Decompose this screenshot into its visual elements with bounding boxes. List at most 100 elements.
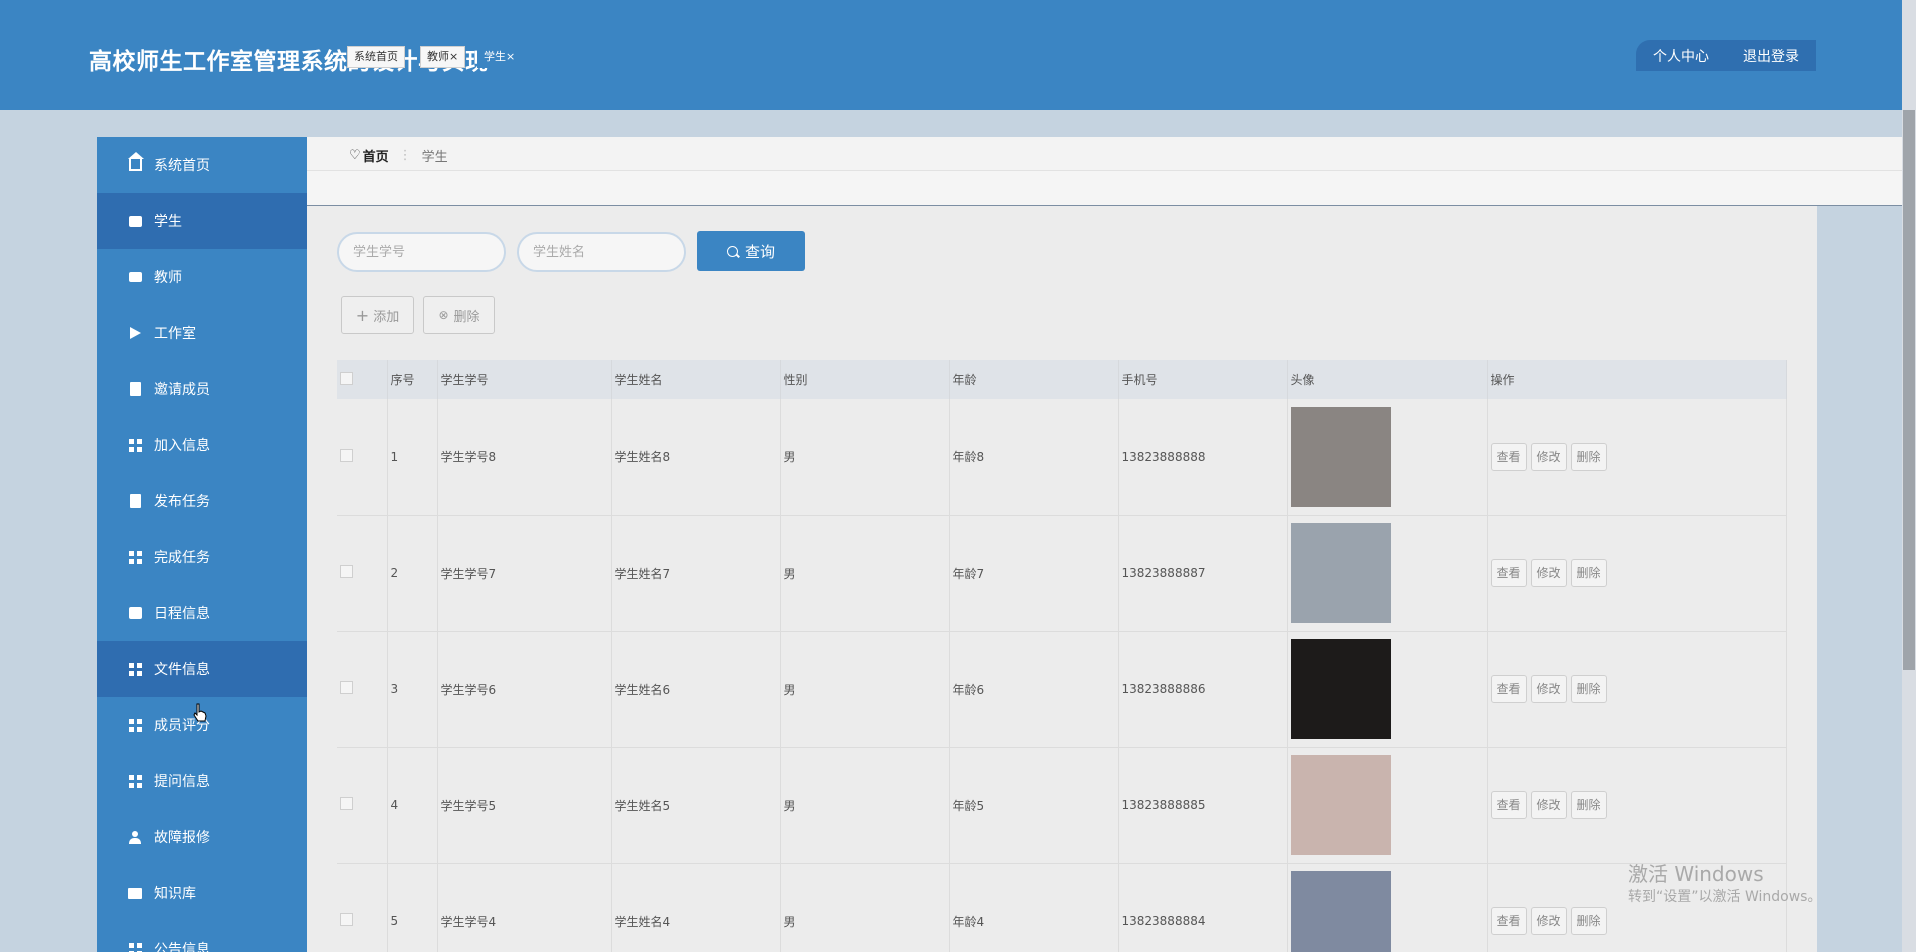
top-actions: 个人中心 退出登录 (1636, 40, 1816, 71)
row-checkbox[interactable] (340, 448, 353, 462)
table-row: 3 学生学号6 学生姓名6 男年龄6 13823888886 查看 修改 删除 (337, 631, 1787, 748)
logout-link[interactable]: 退出登录 (1726, 46, 1816, 66)
avatar-cell (1287, 631, 1488, 748)
view-button[interactable]: 查看 (1490, 442, 1527, 471)
tab-teacher[interactable]: 教师× (420, 46, 466, 68)
select-all-checkbox[interactable] (340, 371, 353, 385)
age-cell: 年龄7 (949, 515, 1119, 632)
student-table: 序号 学生学号 学生姓名 性别 年龄 手机号 头像 操作 1 学生学号8 学生姓名8… (337, 360, 1787, 952)
sidebar-item-label: 故障报修 (154, 830, 210, 846)
age-cell: 年龄8 (949, 399, 1119, 516)
sidebar-item[interactable]: 邀请成员 (97, 361, 307, 417)
chart-icon (128, 270, 142, 284)
edit-button[interactable]: 修改 (1530, 907, 1567, 935)
sidebar-item-label: 文件信息 (154, 662, 210, 678)
sidebar-item[interactable]: 公告信息 (97, 921, 307, 952)
edit-button[interactable]: 修改 (1530, 675, 1567, 703)
sidebar-item[interactable]: 教师 (97, 249, 307, 305)
student-name-cell: 学生姓名6 (611, 631, 781, 748)
sidebar-item[interactable]: 完成任务 (97, 529, 307, 585)
sidebar-item[interactable]: 日程信息 (97, 585, 307, 641)
edit-button[interactable]: 修改 (1530, 791, 1567, 819)
row-checkbox[interactable] (340, 797, 353, 810)
sidebar-item-label: 学生 (154, 214, 182, 230)
gender-cell: 男 (780, 399, 950, 516)
sidebar-item[interactable]: 加入信息 (97, 417, 307, 473)
sidebar-item[interactable]: 系统首页 (97, 137, 307, 193)
grid-icon (128, 942, 142, 952)
row-index: 1 (387, 399, 438, 516)
personal-center-link[interactable]: 个人中心 (1636, 46, 1726, 66)
flag-icon (128, 326, 142, 340)
tab-student[interactable]: 学生× (477, 46, 523, 68)
sidebar-item-label: 公告信息 (154, 942, 210, 952)
column-header: 年龄 (949, 360, 1119, 399)
view-button[interactable]: 查看 (1490, 907, 1527, 935)
row-checkbox[interactable] (340, 913, 353, 926)
edit-button[interactable]: 修改 (1530, 559, 1567, 587)
vertical-scrollbar[interactable] (1902, 0, 1916, 952)
student-name-cell: 学生姓名7 (611, 515, 781, 632)
row-checkbox[interactable] (340, 681, 353, 694)
student-name-cell: 学生姓名4 (611, 863, 781, 952)
delete-row-button[interactable]: 删除 (1570, 675, 1607, 703)
avatar (1290, 523, 1391, 623)
breadcrumb-bar: ♡ 首页 ⋮ 学生 (307, 137, 1916, 171)
edit-button[interactable]: 修改 (1530, 442, 1567, 471)
delete-row-button[interactable]: 删除 (1570, 442, 1607, 471)
row-select-cell (337, 399, 388, 516)
phone-cell: 13823888888 (1118, 399, 1288, 516)
student-id-cell: 学生学号7 (437, 515, 612, 632)
view-button[interactable]: 查看 (1490, 559, 1527, 587)
avatar (1290, 639, 1391, 739)
sidebar-item-label: 发布任务 (154, 494, 210, 510)
student-name-input[interactable] (517, 232, 686, 272)
view-button[interactable]: 查看 (1490, 791, 1527, 819)
delete-row-button[interactable]: 删除 (1570, 791, 1607, 819)
delete-label: 删除 (453, 309, 480, 325)
sidebar-item[interactable]: 故障报修 (97, 809, 307, 865)
table-row: 2 学生学号7 学生姓名7 男年龄7 13823888887 查看 修改 删除 (337, 515, 1787, 632)
delete-button[interactable]: ⊗ 删除 (423, 296, 495, 334)
select-all-cell (337, 360, 388, 399)
scrollbar-thumb[interactable] (1903, 110, 1915, 670)
sidebar-item[interactable]: 文件信息 (97, 641, 307, 697)
row-index: 2 (387, 515, 438, 632)
sidebar-item[interactable]: 工作室 (97, 305, 307, 361)
age-cell: 年龄6 (949, 631, 1119, 748)
add-label: 添加 (373, 309, 400, 325)
column-header: 操作 (1487, 360, 1787, 399)
student-id-input[interactable] (337, 232, 506, 272)
sidebar-item[interactable]: 发布任务 (97, 473, 307, 529)
breadcrumb-home[interactable]: 首页 (363, 146, 389, 165)
sidebar-item[interactable]: 学生 (97, 193, 307, 249)
grid-icon (128, 718, 142, 732)
breadcrumb-current: 学生 (421, 150, 448, 165)
breadcrumb-separator: ⋮ (398, 148, 412, 163)
gender-cell: 男 (780, 631, 950, 748)
sidebar-item-label: 加入信息 (154, 438, 210, 454)
view-button[interactable]: 查看 (1490, 675, 1527, 703)
home-icon (127, 152, 144, 172)
row-select-cell (337, 863, 388, 952)
row-checkbox[interactable] (340, 565, 353, 578)
delete-row-button[interactable]: 删除 (1570, 559, 1607, 587)
sidebar: 系统首页 学生 教师 工作室 邀请成员 加入信息 发布任务 完成任务 日程信息 文件信息 成员评分提… (97, 137, 307, 952)
column-header: 性别 (780, 360, 950, 399)
top-header: 高校师生工作室管理系统的设计与实现 个人中心 退出登录 (0, 0, 1916, 110)
table-row: 1 学生学号8 学生姓名8 男年龄8 13823888888 查看 修改 删除 (337, 399, 1787, 516)
circle-x-icon: ⊗ (438, 308, 449, 322)
add-button[interactable]: + 添加 (341, 296, 414, 334)
query-button[interactable]: 查询 (697, 231, 805, 271)
actions-cell: 查看 修改 删除 (1487, 631, 1787, 748)
gender-cell: 男 (780, 863, 950, 952)
sidebar-item[interactable]: 提问信息 (97, 753, 307, 809)
breadcrumb: ♡ 首页 ⋮ 学生 (349, 146, 448, 165)
sidebar-item[interactable]: 知识库 (97, 865, 307, 921)
table-row: 4 学生学号5 学生姓名5 男年龄5 13823888885 查看 修改 删除 (337, 747, 1787, 864)
tab-system-home[interactable]: 系统首页 (347, 46, 405, 68)
query-label: 查询 (744, 242, 775, 261)
delete-row-button[interactable]: 删除 (1570, 907, 1607, 935)
age-cell: 年龄5 (949, 747, 1119, 864)
student-name-cell: 学生姓名5 (611, 747, 781, 864)
